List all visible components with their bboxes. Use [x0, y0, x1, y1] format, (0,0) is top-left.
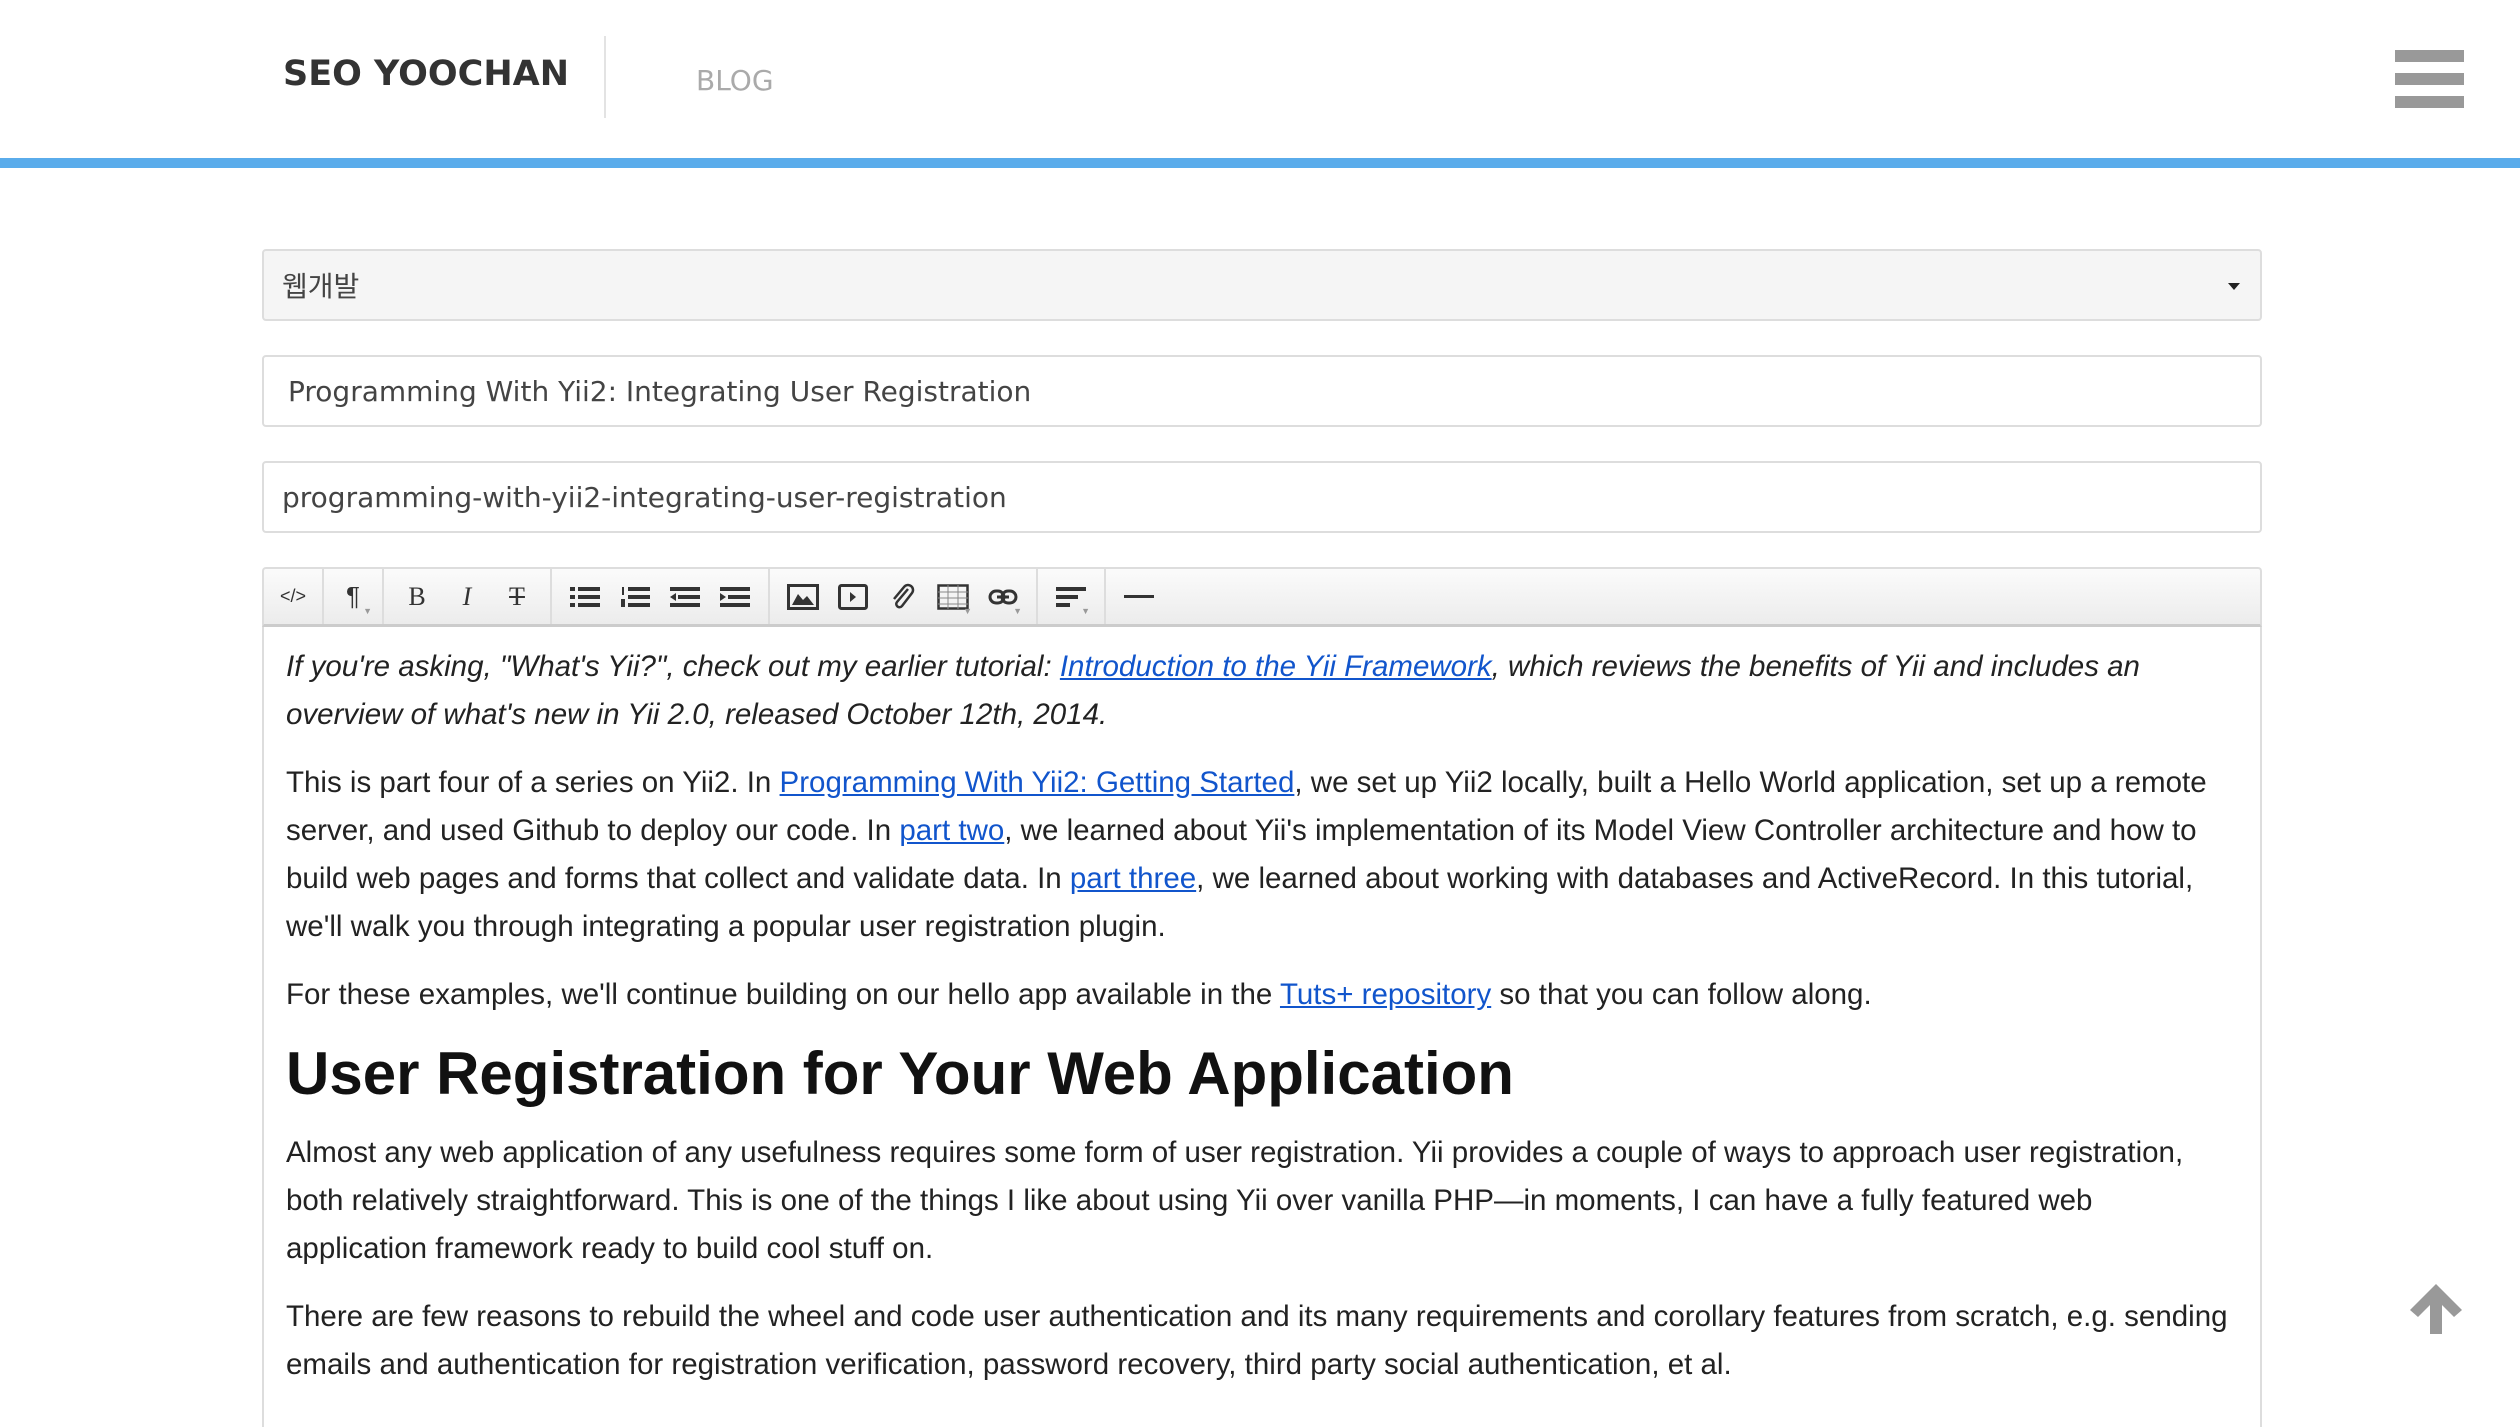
registration-paragraph: Almost any web application of any useful… [286, 1136, 2184, 1265]
horizontal-rule-icon [1124, 594, 1154, 598]
image-icon [787, 583, 819, 610]
unordered-list-icon [570, 586, 600, 607]
table-button[interactable]: ▼ [928, 569, 978, 624]
site-logo[interactable]: SEO YOOCHAN [283, 54, 569, 94]
part-two-link[interactable]: part two [899, 814, 1004, 847]
getting-started-link[interactable]: Programming With Yii2: Getting Started [780, 766, 1295, 799]
bold-button[interactable]: B [392, 569, 442, 624]
indent-icon [720, 586, 750, 607]
ordered-list-button[interactable] [610, 569, 660, 624]
editor-toolbar: </> ¶ ▼ B I T ▼ ▼ ▼ [262, 567, 2262, 627]
ordered-list-icon [621, 586, 650, 607]
intro-paragraph: If you're asking, "What's Yii?", check o… [286, 650, 2140, 731]
title-input[interactable]: Programming With Yii2: Integrating User … [262, 355, 2262, 427]
strikethrough-button[interactable]: T [492, 569, 542, 624]
part-three-link[interactable]: part three [1070, 862, 1196, 895]
html-code-button[interactable]: </> [268, 569, 318, 624]
outdent-icon [670, 586, 700, 607]
image-button[interactable] [778, 569, 828, 624]
accent-bar [0, 158, 2520, 168]
bold-icon: B [408, 581, 426, 611]
content-editor[interactable]: If you're asking, "What's Yii?", check o… [262, 627, 2262, 1427]
outdent-button[interactable] [660, 569, 710, 624]
arrow-up-icon [2410, 1284, 2462, 1334]
video-icon [838, 583, 868, 610]
scroll-to-top-button[interactable] [2408, 1282, 2464, 1336]
slug-input[interactable]: programming-with-yii2-integrating-user-r… [262, 461, 2262, 533]
category-select[interactable]: 웹개발 [262, 249, 2262, 321]
reasons-paragraph: There are few reasons to rebuild the whe… [286, 1300, 2228, 1381]
paperclip-icon [893, 583, 915, 608]
yii-intro-link[interactable]: Introduction to the Yii Framework [1060, 650, 1492, 683]
link-icon [988, 589, 1018, 604]
nav-blog-link[interactable]: BLOG [696, 64, 774, 97]
tuts-repository-link[interactable]: Tuts+ repository [1280, 978, 1491, 1011]
italic-button[interactable]: I [442, 569, 492, 624]
unordered-list-button[interactable] [560, 569, 610, 624]
link-button[interactable]: ▼ [978, 569, 1028, 624]
examples-paragraph: For these examples, we'll continue build… [286, 978, 1872, 1011]
alignment-button[interactable]: ▼ [1046, 569, 1096, 624]
italic-icon: I [462, 581, 472, 611]
strikethrough-icon: T [509, 581, 525, 611]
header-divider [604, 36, 606, 118]
format-button[interactable]: ¶ ▼ [328, 569, 378, 624]
site-header: SEO YOOCHAN BLOG [0, 0, 2520, 158]
file-attach-button[interactable] [878, 569, 928, 624]
chevron-down-icon [2228, 283, 2240, 290]
hamburger-menu-icon[interactable] [2395, 50, 2464, 108]
paragraph-icon: ¶ [346, 581, 360, 611]
horizontal-rule-button[interactable] [1114, 569, 1164, 624]
category-value: 웹개발 [282, 270, 360, 303]
align-left-icon [1056, 586, 1086, 607]
code-icon: </> [279, 586, 307, 606]
series-paragraph: This is part four of a series on Yii2. I… [286, 766, 2207, 943]
section-heading: User Registration for Your Web Applicati… [286, 1040, 1514, 1107]
indent-button[interactable] [710, 569, 760, 624]
video-button[interactable] [828, 569, 878, 624]
